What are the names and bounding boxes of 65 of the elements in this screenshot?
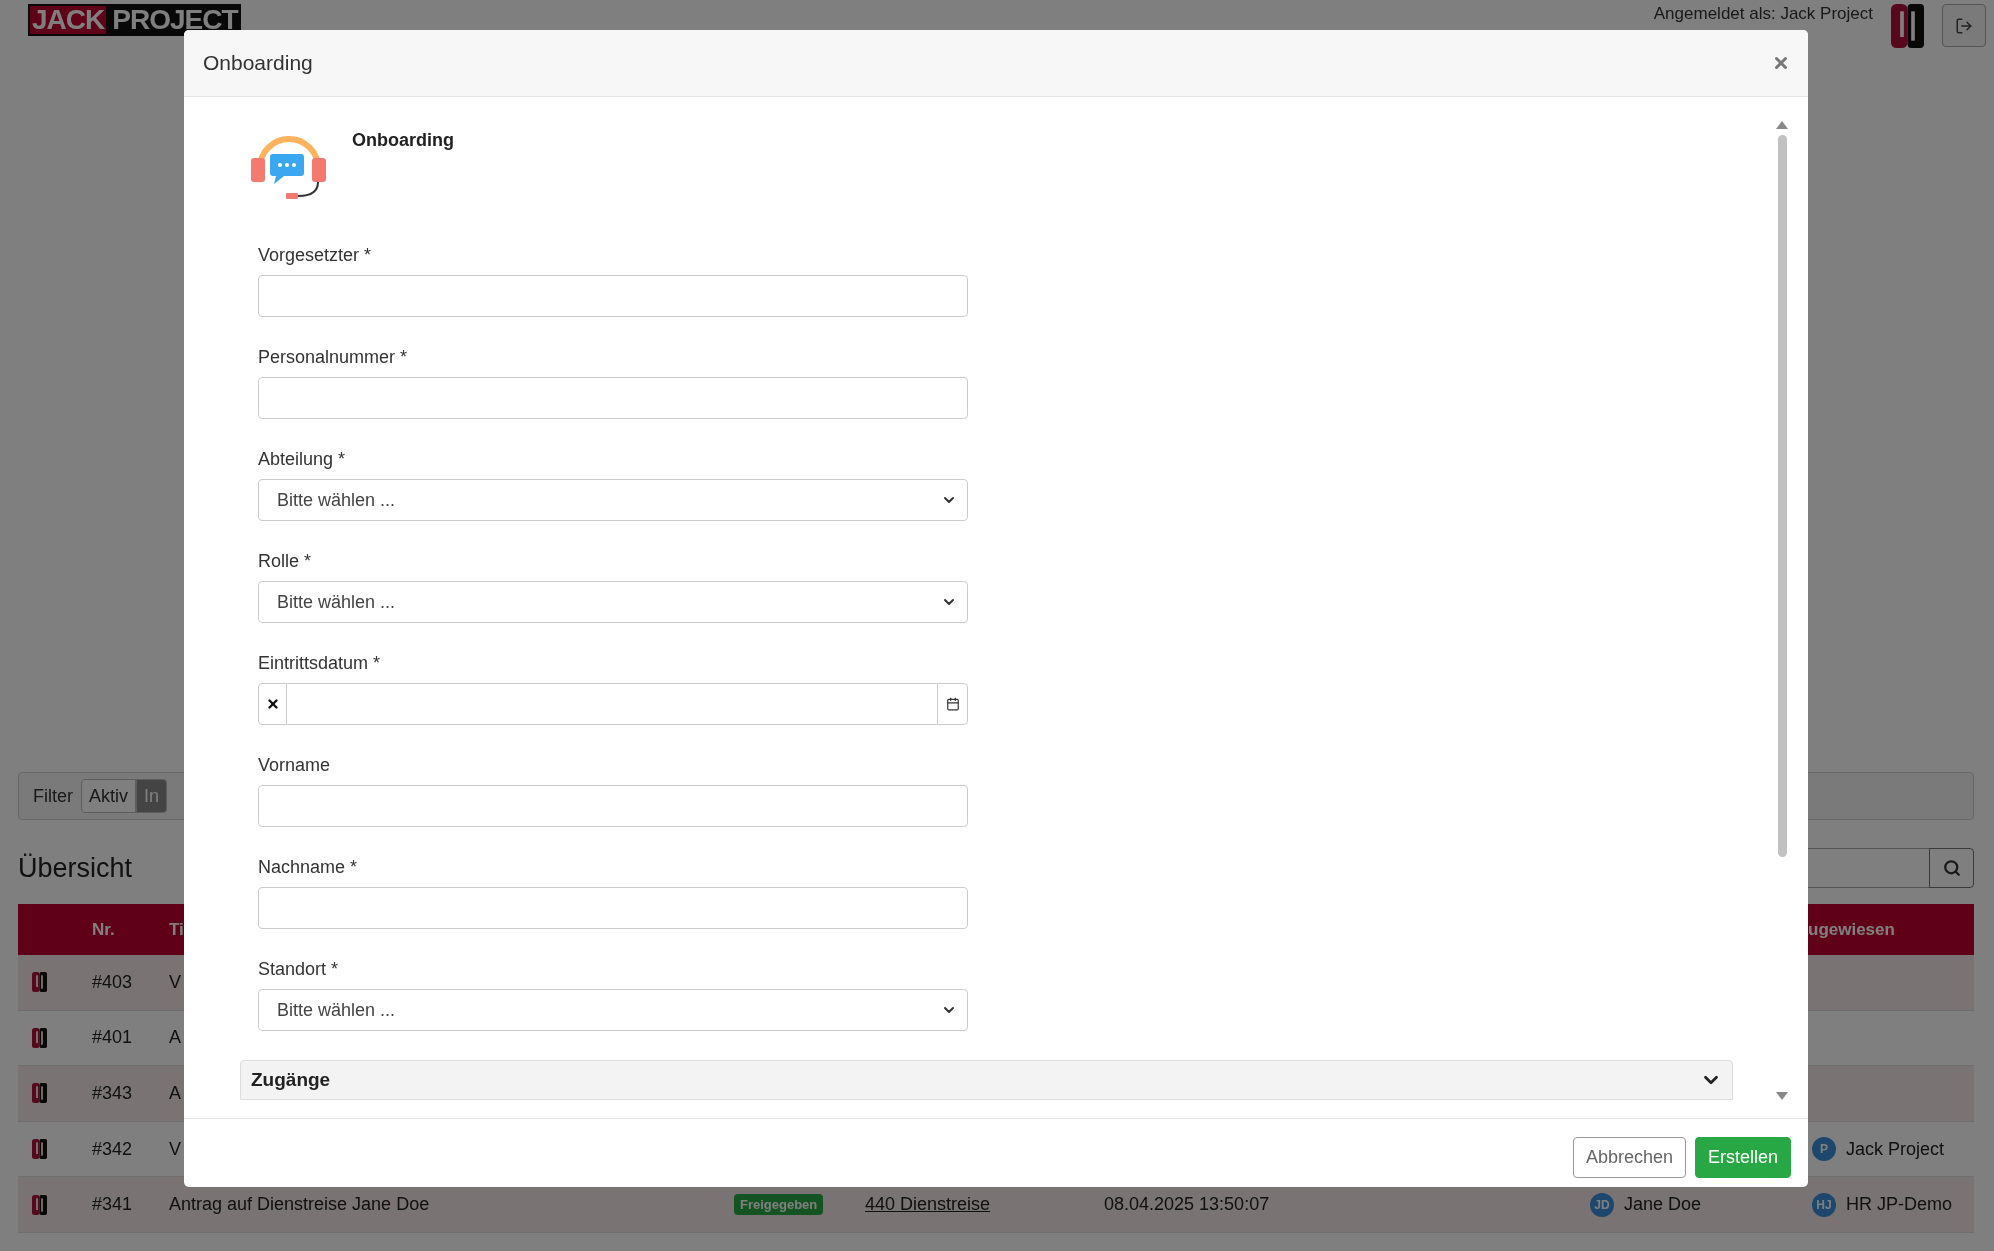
logout-button[interactable]	[1942, 4, 1986, 47]
logo-icon	[32, 1083, 47, 1104]
field-label: Nachname *	[258, 856, 359, 878]
table-cell-text: #343	[91, 1083, 134, 1104]
table-cell-text: 08.04.2025 13:50:07	[1103, 1194, 1271, 1216]
user-label: Angemeldet als: Jack Project	[1653, 4, 1873, 24]
column-header: Nr.	[91, 919, 116, 940]
logo-icon	[1891, 4, 1924, 48]
avatar: HJ	[1812, 1192, 1836, 1217]
form-heading: Onboarding	[352, 130, 454, 152]
text-input[interactable]	[258, 377, 968, 419]
filter-label: Filter	[33, 785, 73, 807]
table-cell-text: A	[168, 1027, 182, 1049]
table-cell-text: V	[168, 971, 182, 993]
calendar-button[interactable]	[937, 683, 968, 725]
field-label: Rolle *	[258, 550, 313, 572]
page-title: Übersicht	[18, 852, 133, 884]
logout-icon	[1955, 16, 1973, 35]
logo-icon	[32, 1194, 47, 1215]
close-button[interactable]	[1772, 54, 1790, 72]
dropdown[interactable]: Bitte wählen ...	[258, 581, 968, 623]
search-icon	[1942, 859, 1961, 877]
dropdown[interactable]: Bitte wählen ...	[258, 989, 968, 1031]
table-cell-text: #403	[91, 971, 134, 993]
dropdown[interactable]: Bitte wählen ...	[258, 479, 968, 521]
modal-title: Onboarding	[203, 51, 313, 75]
date-input[interactable]	[287, 683, 937, 725]
text-input[interactable]	[258, 275, 968, 317]
field-label: Eintrittsdatum *	[258, 652, 382, 674]
table-cell-text: A	[168, 1083, 182, 1104]
person-name: Jane Doe	[1624, 1194, 1702, 1216]
filter-tab[interactable]: Aktiv	[81, 779, 136, 813]
logo-icon	[32, 1139, 47, 1160]
field-label: Vorname	[258, 754, 332, 776]
field-label: Personalnummer *	[258, 346, 409, 368]
category-link[interactable]: 440 Dienstreise	[865, 1194, 991, 1216]
table-cell-text: V	[168, 1138, 182, 1160]
close-icon	[1772, 54, 1790, 72]
field-label: Vorgesetzter *	[258, 244, 373, 266]
table-cell-text: #341	[91, 1194, 134, 1216]
field-label: Standort *	[258, 958, 340, 980]
accordion-header[interactable]: Zugänge	[240, 1060, 1733, 1100]
clear-button[interactable]	[258, 683, 287, 725]
close-icon	[265, 697, 280, 711]
text-input[interactable]	[258, 887, 968, 929]
table-cell-text: #342	[91, 1138, 134, 1160]
status-badge: Freigegeben	[734, 1194, 824, 1216]
column-header: ugewiesen	[1807, 919, 1896, 940]
logo-icon	[32, 972, 47, 993]
logo-icon	[32, 1027, 47, 1048]
calendar-icon	[945, 697, 960, 711]
text-input[interactable]	[258, 785, 968, 827]
logo: JACK PROJECT	[28, 4, 242, 36]
create-button[interactable]: Erstellen	[1694, 1137, 1791, 1178]
table-cell-text: #401	[91, 1027, 134, 1049]
column-header: Ti	[168, 919, 185, 940]
search-button[interactable]	[1929, 848, 1974, 888]
avatar: JD	[1590, 1192, 1614, 1217]
table-cell-text: Antrag auf Dienstreise Jane Doe	[168, 1194, 431, 1216]
person-name: HR JP-Demo	[1846, 1194, 1952, 1216]
cancel-button[interactable]: Abbrechen	[1572, 1137, 1686, 1178]
scrollbar[interactable]	[1776, 121, 1788, 1100]
person-name: Jack Project	[1846, 1138, 1945, 1160]
avatar: P	[1812, 1137, 1836, 1162]
field-label: Abteilung *	[258, 448, 347, 470]
